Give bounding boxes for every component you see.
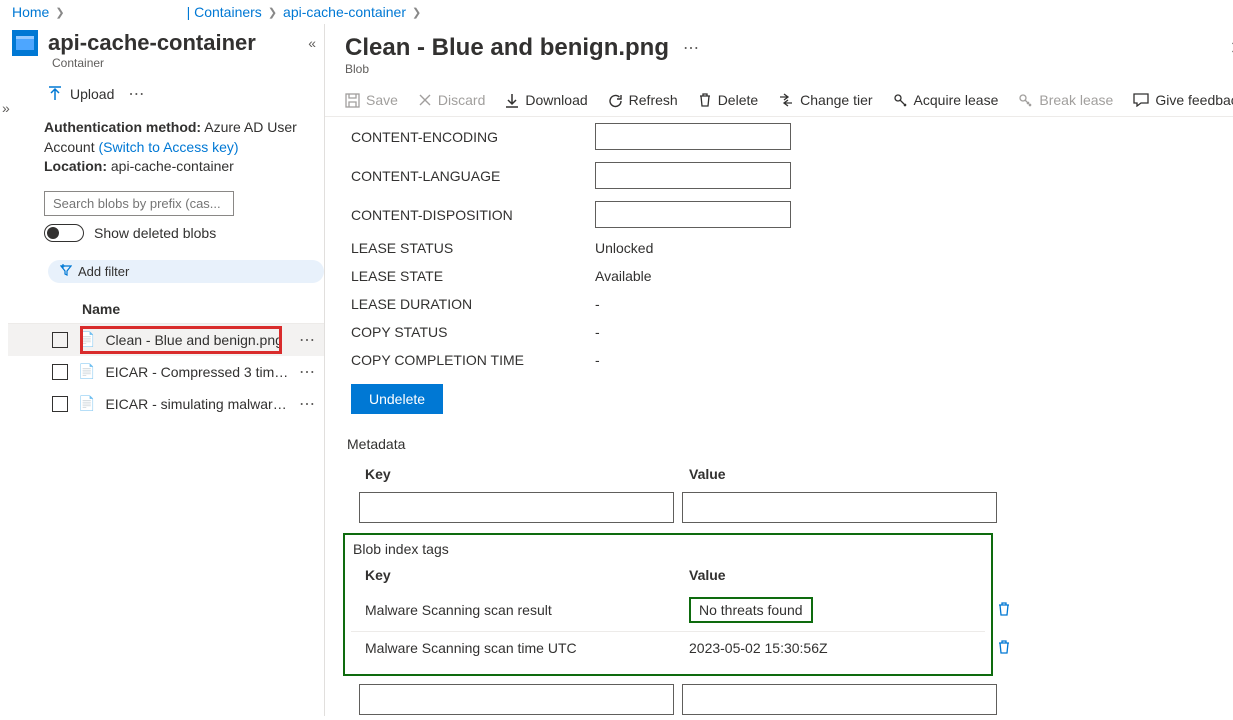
file-row[interactable]: 📄 Clean - Blue and benign.png ⋯ bbox=[8, 324, 324, 356]
prop-label: CONTENT-DISPOSITION bbox=[351, 207, 595, 223]
lease-status-value: Unlocked bbox=[595, 240, 653, 256]
row-more-icon[interactable]: ⋯ bbox=[299, 330, 316, 350]
tag-value-input[interactable] bbox=[682, 684, 997, 715]
acquire-lease-button[interactable]: Acquire lease bbox=[893, 92, 999, 108]
chevron-right-icon: ❯ bbox=[268, 6, 277, 19]
container-title: api-cache-container bbox=[48, 30, 256, 56]
copy-status-value: - bbox=[595, 324, 600, 340]
tag-value: 2023-05-02 15:30:56Z bbox=[689, 640, 985, 656]
metadata-value-input[interactable] bbox=[682, 492, 997, 523]
file-name[interactable]: Clean - Blue and benign.png bbox=[105, 332, 289, 348]
file-row[interactable]: 📄 EICAR - simulating malware.... ⋯ bbox=[8, 388, 324, 420]
delete-tag-icon[interactable] bbox=[997, 639, 1011, 658]
metadata-title: Metadata bbox=[347, 436, 1233, 452]
save-button: Save bbox=[345, 92, 398, 108]
expand-icon[interactable]: » bbox=[2, 100, 10, 116]
download-button[interactable]: Download bbox=[505, 92, 587, 108]
row-more-icon[interactable]: ⋯ bbox=[299, 394, 316, 414]
change-tier-button[interactable]: Change tier bbox=[778, 92, 872, 108]
file-name[interactable]: EICAR - Compressed 3 time... bbox=[105, 364, 289, 380]
blob-index-tags-section: Blob index tags Key Value Malware Scanni… bbox=[343, 533, 993, 676]
file-icon: 📄 bbox=[78, 363, 95, 380]
tag-key: Malware Scanning scan result bbox=[365, 602, 689, 618]
row-more-icon[interactable]: ⋯ bbox=[299, 362, 316, 382]
tag-value-highlight: No threats found bbox=[689, 597, 813, 623]
tag-row: Malware Scanning scan result No threats … bbox=[351, 589, 985, 631]
prop-label: COPY STATUS bbox=[351, 324, 595, 340]
break-lease-button: Break lease bbox=[1018, 92, 1113, 108]
chevron-right-icon: ❯ bbox=[412, 6, 421, 19]
upload-button[interactable]: Upload bbox=[48, 86, 114, 102]
breadcrumb-containers[interactable]: | Containers bbox=[187, 4, 262, 20]
prop-label: LEASE STATUS bbox=[351, 240, 595, 256]
delete-tag-icon[interactable] bbox=[997, 601, 1011, 620]
more-icon[interactable]: ⋯ bbox=[128, 84, 145, 104]
switch-access-key-link[interactable]: (Switch to Access key) bbox=[98, 139, 238, 155]
left-panel: api-cache-container « Container Upload ⋯… bbox=[0, 24, 325, 716]
row-checkbox[interactable] bbox=[52, 364, 68, 380]
content-language-input[interactable] bbox=[595, 162, 791, 189]
prop-label: LEASE DURATION bbox=[351, 296, 595, 312]
file-icon: 📄 bbox=[78, 395, 95, 412]
prop-label: LEASE STATE bbox=[351, 268, 595, 284]
chevron-right-icon: ❯ bbox=[55, 6, 64, 19]
column-name-header[interactable]: Name bbox=[8, 295, 324, 324]
metadata-key-input[interactable] bbox=[359, 492, 674, 523]
search-blobs-input[interactable] bbox=[44, 191, 234, 216]
breadcrumb-container[interactable]: api-cache-container bbox=[283, 4, 406, 20]
blob-title: Clean - Blue and benign.png bbox=[345, 34, 669, 62]
file-row[interactable]: 📄 EICAR - Compressed 3 time... ⋯ bbox=[8, 356, 324, 388]
file-name[interactable]: EICAR - simulating malware.... bbox=[105, 396, 289, 412]
prop-label: CONTENT-LANGUAGE bbox=[351, 168, 595, 184]
breadcrumb: Home ❯ | Containers ❯ api-cache-containe… bbox=[0, 0, 1233, 24]
blob-subtitle: Blob bbox=[325, 62, 1233, 84]
container-icon bbox=[12, 30, 38, 56]
metadata-header: Key Value bbox=[351, 460, 1233, 488]
content-disposition-input[interactable] bbox=[595, 201, 791, 228]
tags-header: Key Value bbox=[351, 561, 985, 589]
tag-key-input[interactable] bbox=[359, 684, 674, 715]
filter-icon bbox=[60, 264, 72, 279]
container-subtitle: Container bbox=[8, 56, 324, 70]
refresh-button[interactable]: Refresh bbox=[608, 92, 678, 108]
content-encoding-input[interactable] bbox=[595, 123, 791, 150]
lease-duration-value: - bbox=[595, 296, 600, 312]
feedback-button[interactable]: Give feedback bbox=[1133, 92, 1233, 108]
title-more-icon[interactable]: ⋯ bbox=[683, 38, 700, 58]
delete-button[interactable]: Delete bbox=[698, 92, 758, 108]
row-checkbox[interactable] bbox=[52, 332, 68, 348]
upload-icon bbox=[48, 86, 62, 102]
prop-label: CONTENT-ENCODING bbox=[351, 129, 595, 145]
breadcrumb-home[interactable]: Home bbox=[12, 4, 49, 20]
tags-title: Blob index tags bbox=[353, 541, 985, 557]
detail-panel: Clean - Blue and benign.png ⋯ ✕ Blob Sav… bbox=[325, 24, 1233, 716]
command-bar: Save Discard Download Refresh Delete Cha… bbox=[325, 84, 1233, 117]
upload-label: Upload bbox=[70, 86, 114, 102]
add-filter-button[interactable]: Add filter bbox=[48, 260, 324, 283]
lease-state-value: Available bbox=[595, 268, 652, 284]
copy-completion-value: - bbox=[595, 352, 600, 368]
collapse-icon[interactable]: « bbox=[308, 35, 316, 51]
content-area: CONTENT-ENCODING CONTENT-LANGUAGE CONTEN… bbox=[325, 117, 1233, 716]
show-deleted-toggle[interactable] bbox=[44, 224, 84, 242]
show-deleted-label: Show deleted blobs bbox=[94, 225, 216, 241]
tag-row: Malware Scanning scan time UTC 2023-05-0… bbox=[351, 631, 985, 664]
auth-info: Authentication method: Azure AD User Acc… bbox=[8, 114, 324, 185]
discard-button: Discard bbox=[418, 92, 485, 108]
undelete-button[interactable]: Undelete bbox=[351, 384, 443, 414]
tag-key: Malware Scanning scan time UTC bbox=[365, 640, 689, 656]
prop-label: COPY COMPLETION TIME bbox=[351, 352, 595, 368]
row-checkbox[interactable] bbox=[52, 396, 68, 412]
file-icon: 📄 bbox=[78, 331, 95, 348]
